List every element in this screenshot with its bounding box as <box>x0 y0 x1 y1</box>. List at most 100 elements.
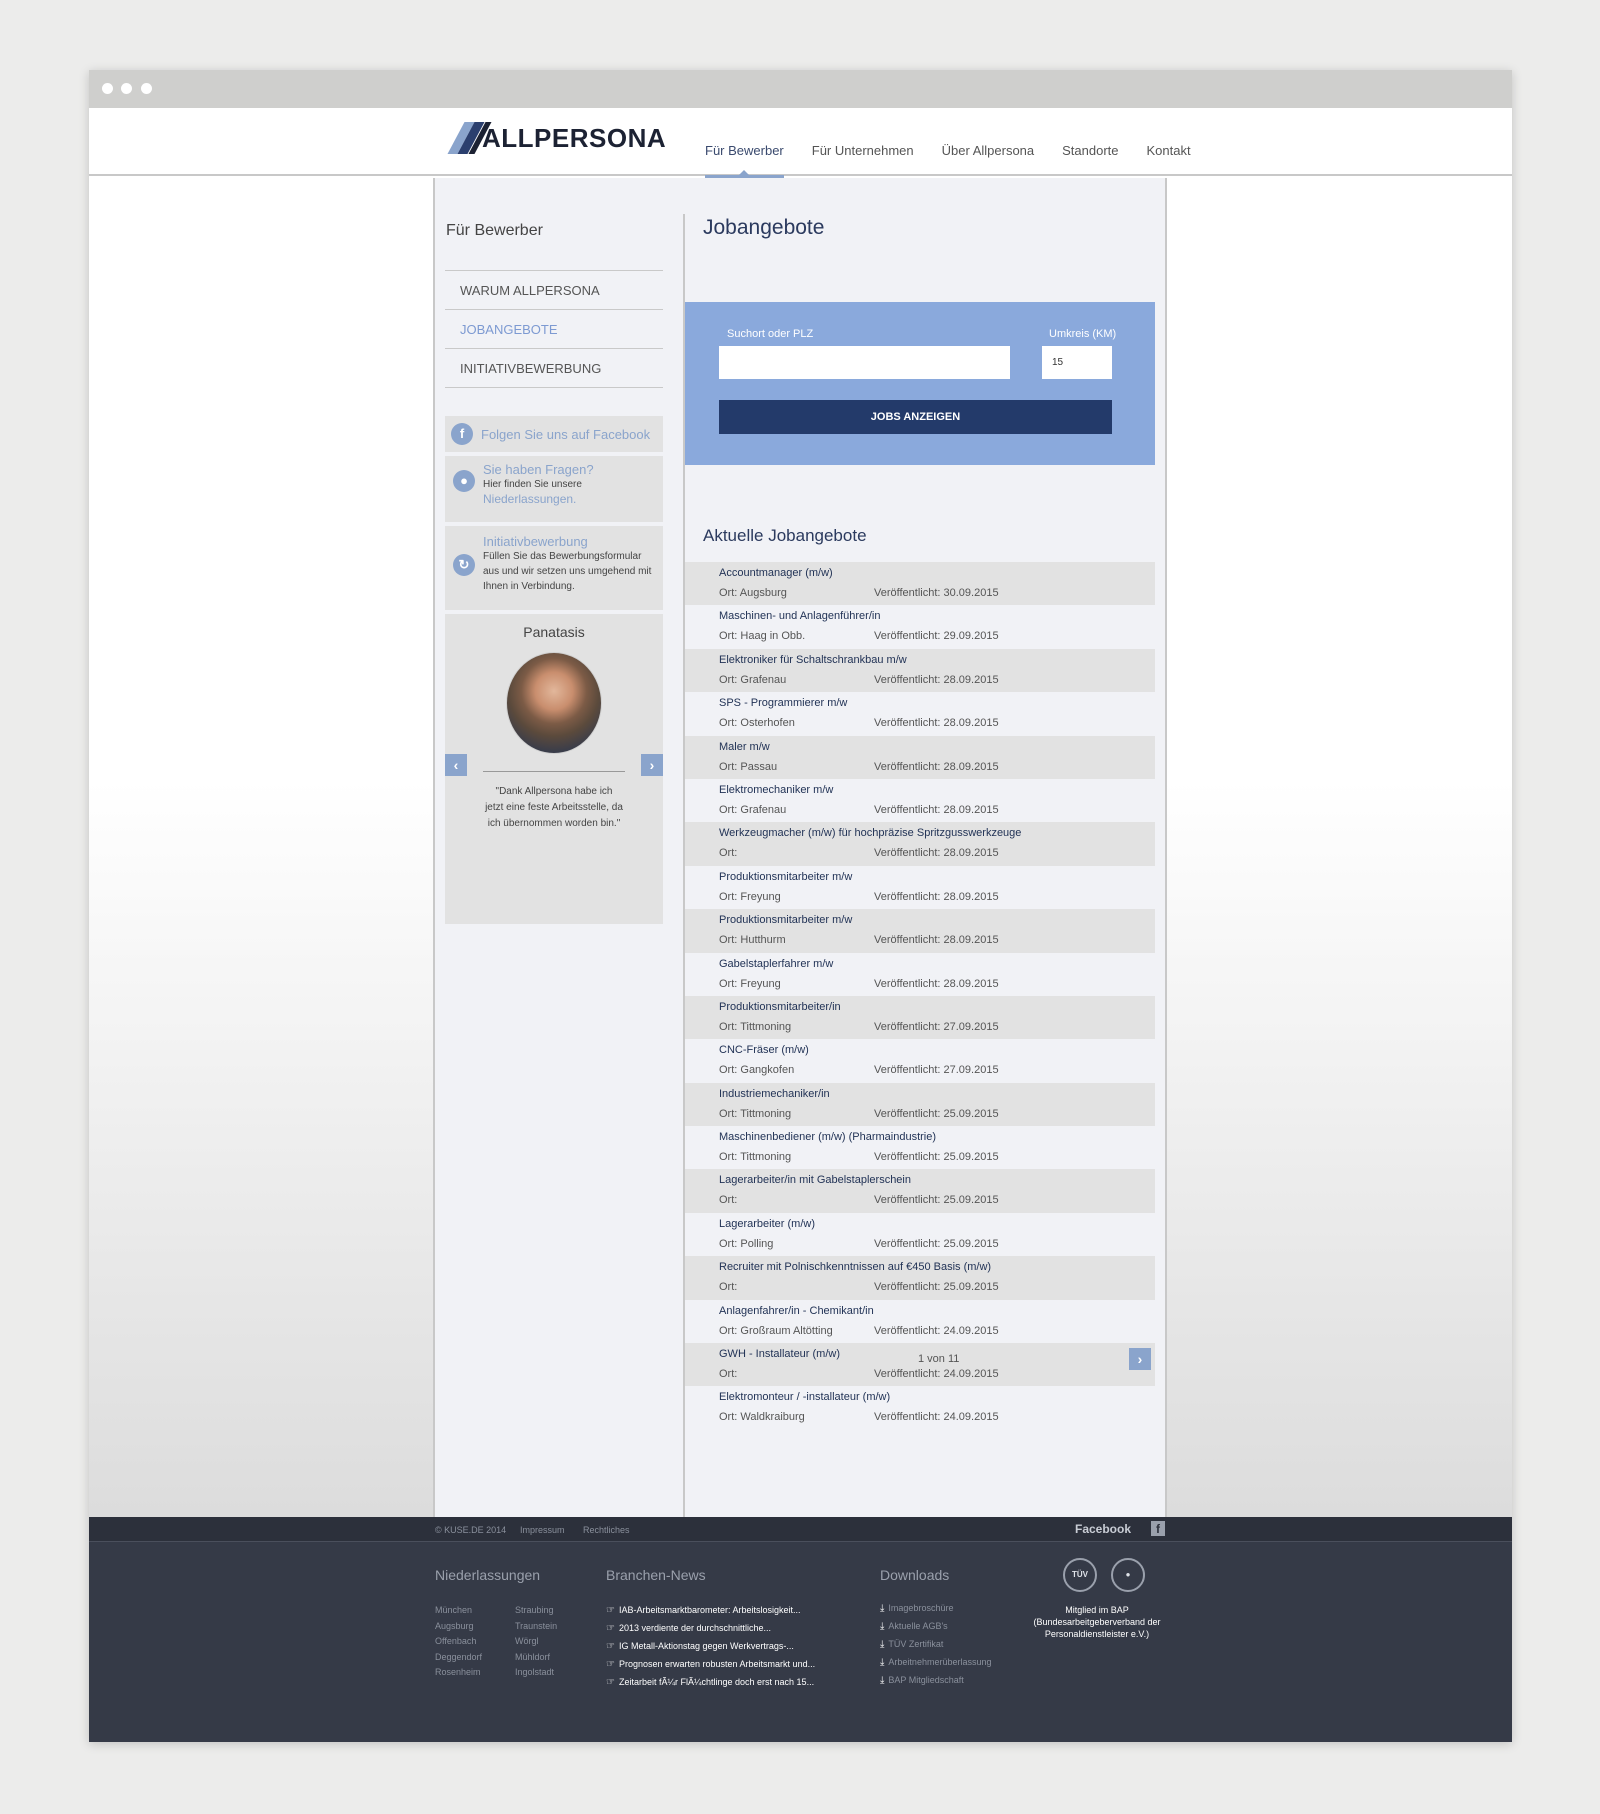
job-title[interactable]: Lagerarbeiter (m/w) <box>719 1218 815 1230</box>
job-title[interactable]: Industriemechaniker/in <box>719 1088 830 1100</box>
job-title[interactable]: Recruiter mit Polnischkenntnissen auf €4… <box>719 1261 991 1273</box>
footer-impressum-link[interactable]: Impressum <box>520 1525 565 1535</box>
nav-fuer-unternehmen[interactable]: Für Unternehmen <box>798 108 928 176</box>
jobs-anzeigen-button[interactable]: JOBS ANZEIGEN <box>719 400 1112 434</box>
job-title[interactable]: Maschinen- und Anlagenführer/in <box>719 610 880 622</box>
niederlassung-link[interactable]: München <box>435 1605 472 1615</box>
bap-membership-text: Mitglied im BAP (Bundesarbeitgeberverban… <box>1033 1605 1161 1639</box>
nav-ueber-allpersona[interactable]: Über Allpersona <box>928 108 1049 176</box>
sidebar-item-warum-allpersona[interactable]: WARUM ALLPERSONA <box>445 271 663 310</box>
facebook-icon[interactable]: f <box>1151 1521 1165 1536</box>
niederlassung-link[interactable]: Deggendorf <box>435 1652 482 1662</box>
job-location: Ort: Grafenau <box>719 673 787 686</box>
window-dot-1[interactable] <box>102 83 113 94</box>
job-row[interactable]: Lagerarbeiter/in mit Gabelstaplerschein O… <box>685 1169 1155 1213</box>
niederlassung-link[interactable]: Wörgl <box>515 1636 539 1646</box>
job-row[interactable]: Maschinenbediener (m/w) (Pharmaindustrie… <box>685 1126 1155 1169</box>
page-title: Jobangebote <box>703 216 825 239</box>
job-title[interactable]: Produktionsmitarbeiter m/w <box>719 914 852 926</box>
nav-fuer-bewerber[interactable]: Für Bewerber <box>691 108 798 178</box>
news-link[interactable]: ☞ IG Metall-Aktionstag gegen Werkvertrags… <box>606 1641 794 1652</box>
job-row[interactable]: Maschinen- und Anlagenführer/in Ort: Haag… <box>685 605 1155 648</box>
job-title[interactable]: GWH - Installateur (m/w) <box>719 1348 840 1360</box>
pagination-next-button[interactable]: › <box>1129 1348 1151 1370</box>
testimonial-next-button[interactable]: › <box>641 754 663 776</box>
job-title[interactable]: Lagerarbeiter/in mit Gabelstaplerschein <box>719 1174 911 1186</box>
job-row[interactable]: Gabelstaplerfahrer m/w Ort: Freyung Veröff… <box>685 953 1155 996</box>
news-link[interactable]: ☞ Prognosen erwarten robusten Arbeitsmark… <box>606 1659 815 1670</box>
job-search-box: Suchort oder PLZ Umkreis (KM) JOBS ANZEI… <box>685 302 1155 465</box>
location-input[interactable] <box>719 346 1010 379</box>
niederlassung-link-label: Mühldorf <box>515 1651 551 1662</box>
job-row[interactable]: Elektromonteur / -installateur (m/w) Ort:… <box>685 1386 1155 1429</box>
news-link[interactable]: ☞ Zeitarbeit fÃ¼r FlÃ¼chtlinge doch erst … <box>606 1677 814 1688</box>
job-row[interactable]: Produktionsmitarbeiter m/w Ort: Hutthurm V… <box>685 909 1155 953</box>
window-dot-3[interactable] <box>141 83 152 94</box>
sidebar-item-jobangebote[interactable]: JOBANGEBOTE <box>445 310 663 349</box>
testimonial-box: Panatasis ‹ › "Dank Allpersona habe ich … <box>445 614 663 924</box>
questions-title[interactable]: Sie haben Fragen? <box>483 462 657 477</box>
job-title[interactable]: CNC-Fräser (m/w) <box>719 1044 809 1056</box>
job-title[interactable]: Elektromechaniker m/w <box>719 784 833 796</box>
footer-facebook-link[interactable]: Facebook <box>1075 1522 1131 1536</box>
niederlassung-link[interactable]: Augsburg <box>435 1621 474 1631</box>
niederlassung-link[interactable]: Mühldorf <box>515 1652 550 1662</box>
job-row[interactable]: Recruiter mit Polnischkenntnissen auf €4… <box>685 1256 1155 1300</box>
job-title[interactable]: Anlagenfahrer/in - Chemikant/in <box>719 1305 874 1317</box>
niederlassung-link[interactable]: Traunstein <box>515 1621 557 1631</box>
news-link-label: IAB-Arbeitsmarktbarometer: Arbeitslosigk… <box>618 1605 801 1615</box>
download-link[interactable]: ⤓ Aktuelle AGB's <box>880 1621 948 1632</box>
job-title[interactable]: Gabelstaplerfahrer m/w <box>719 958 833 970</box>
initiative-title[interactable]: Initiativbewerbung <box>483 534 657 549</box>
logo[interactable]: ALLPERSONA <box>444 122 666 154</box>
job-title[interactable]: Elektroniker für Schaltschrankbau m/w <box>719 654 907 666</box>
news-link[interactable]: ☞ 2013 verdiente der durchschnittliche... <box>606 1623 771 1634</box>
job-row[interactable]: Werkzeugmacher (m/w) für hochpräzise Spr… <box>685 822 1155 866</box>
job-title[interactable]: Produktionsmitarbeiter m/w <box>719 871 852 883</box>
news-link[interactable]: ☞ IAB-Arbeitsmarktbarometer: Arbeitslosig… <box>606 1605 801 1616</box>
job-row[interactable]: Elektroniker für Schaltschrankbau m/w Ort… <box>685 648 1155 693</box>
job-title[interactable]: SPS - Programmierer m/w <box>719 697 847 709</box>
testimonial-prev-button[interactable]: ‹ <box>445 754 467 776</box>
job-title[interactable]: Elektromonteur / -installateur (m/w) <box>719 1391 890 1403</box>
pagination-text: 1 von 11 <box>918 1353 960 1365</box>
job-row[interactable]: SPS - Programmierer m/w Ort: Osterhofen Ve… <box>685 692 1155 735</box>
refresh-arrow-icon: ↻ <box>453 554 475 576</box>
job-location: Ort: Waldkraiburg <box>719 1411 805 1424</box>
download-link-label: Aktuelle AGB's <box>888 1621 948 1631</box>
download-link[interactable]: ⤓ Arbeitnehmerüberlassung <box>880 1657 991 1668</box>
download-link[interactable]: ⤓ Imagebroschüre <box>880 1603 953 1614</box>
job-title[interactable]: Werkzeugmacher (m/w) für hochpräzise Spr… <box>719 827 1021 839</box>
niederlassung-link[interactable]: Ingolstadt <box>515 1667 554 1677</box>
niederlassung-link[interactable]: Straubing <box>515 1605 554 1615</box>
job-title[interactable]: Produktionsmitarbeiter/in <box>719 1001 841 1013</box>
job-title[interactable]: Maschinenbediener (m/w) (Pharmaindustrie… <box>719 1131 936 1143</box>
window-dot-2[interactable] <box>121 83 132 94</box>
job-title[interactable]: Accountmanager (m/w) <box>719 567 833 579</box>
download-link[interactable]: ⤓ BAP Mitgliedschaft <box>880 1675 964 1686</box>
job-row[interactable]: Accountmanager (m/w) Ort: Augsburg Veröffe… <box>685 562 1155 606</box>
download-link[interactable]: ⤓ TÜV Zertifikat <box>880 1639 943 1650</box>
sidebar-item-initiativbewerbung[interactable]: INITIATIVBEWERBUNG <box>445 349 663 388</box>
niederlassung-link[interactable]: Rosenheim <box>435 1667 481 1677</box>
job-row[interactable]: CNC-Fräser (m/w) Ort: Gangkofen Veröffentl… <box>685 1039 1155 1082</box>
radius-input[interactable] <box>1042 346 1112 379</box>
job-row[interactable]: Produktionsmitarbeiter m/w Ort: Freyung Ve… <box>685 866 1155 909</box>
job-date: Veröffentlicht: 25.09.2015 <box>874 1237 999 1250</box>
niederlassung-link[interactable]: Offenbach <box>435 1636 476 1646</box>
job-row[interactable]: Industriemechaniker/in Ort: Tittmoning Ver… <box>685 1082 1155 1127</box>
niederlassung-link-label: Ingolstadt <box>515 1667 555 1677</box>
job-row[interactable]: Elektromechaniker m/w Ort: Grafenau Veröff… <box>685 779 1155 822</box>
niederlassungen-link[interactable]: Niederlassungen. <box>483 492 657 506</box>
job-row[interactable]: Maler m/w Ort: Passau Veröffentlicht: 28.0… <box>685 735 1155 779</box>
main-frame: Für Bewerber WARUM ALLPERSONA JOBANGEBOT… <box>433 178 1167 1517</box>
nav-standorte[interactable]: Standorte <box>1048 108 1132 176</box>
facebook-link[interactable]: Folgen Sie uns auf Facebook <box>481 427 650 442</box>
facebook-box[interactable]: f Folgen Sie uns auf Facebook <box>445 416 663 452</box>
job-title[interactable]: Maler m/w <box>719 741 770 753</box>
nav-kontakt[interactable]: Kontakt <box>1133 108 1205 176</box>
job-row[interactable]: Anlagenfahrer/in - Chemikant/in Ort: Groß… <box>685 1300 1155 1343</box>
footer-rechtliches-link[interactable]: Rechtliches <box>583 1525 630 1535</box>
job-row[interactable]: Produktionsmitarbeiter/in Ort: Tittmoning… <box>685 995 1155 1040</box>
job-row[interactable]: Lagerarbeiter (m/w) Ort: Polling Veröffent… <box>685 1213 1155 1256</box>
